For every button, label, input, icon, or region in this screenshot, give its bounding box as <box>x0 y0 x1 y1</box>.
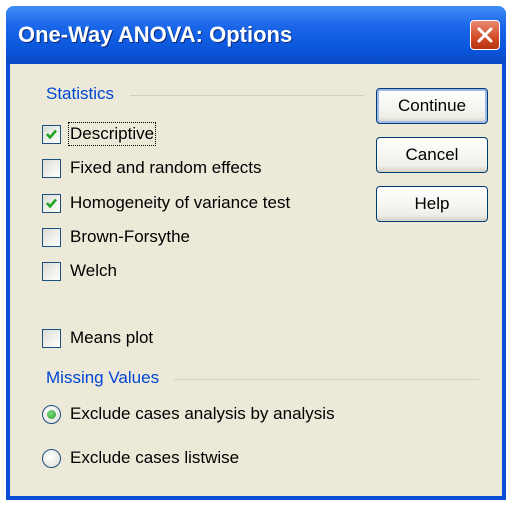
statistics-group-line <box>130 95 364 96</box>
descriptive-checkbox[interactable] <box>42 125 61 144</box>
welch-label[interactable]: Welch <box>70 261 117 281</box>
close-icon <box>477 27 493 43</box>
missing-values-group-line <box>174 379 479 380</box>
means-plot-label[interactable]: Means plot <box>70 328 153 348</box>
window-title: One-Way ANOVA: Options <box>18 22 293 47</box>
statistics-group-label: Statistics <box>46 84 115 103</box>
dialog-window: One-Way ANOVA: Options Statistics Descri… <box>6 6 506 500</box>
help-button[interactable]: Help <box>376 186 488 222</box>
descriptive-label[interactable]: Descriptive <box>67 122 157 146</box>
homogeneity-checkbox[interactable] <box>42 194 61 213</box>
exclude-listwise-radio[interactable] <box>42 449 61 468</box>
radio-selected-dot <box>47 410 56 419</box>
missing-values-group-label: Missing Values <box>46 368 160 387</box>
exclude-analysis-by-analysis-label[interactable]: Exclude cases analysis by analysis <box>70 404 335 424</box>
check-icon <box>46 198 57 209</box>
exclude-listwise-label[interactable]: Exclude cases listwise <box>70 448 239 468</box>
continue-button[interactable]: Continue <box>376 88 488 124</box>
welch-checkbox[interactable] <box>42 262 61 281</box>
dialog-body: Statistics Descriptive Fixed and random … <box>10 64 502 496</box>
brown-forsythe-checkbox[interactable] <box>42 228 61 247</box>
means-plot-checkbox[interactable] <box>42 329 61 348</box>
brown-forsythe-label[interactable]: Brown-Forsythe <box>70 227 190 247</box>
close-button[interactable] <box>470 20 500 50</box>
homogeneity-label[interactable]: Homogeneity of variance test <box>70 193 290 213</box>
fixed-random-effects-label[interactable]: Fixed and random effects <box>70 158 262 178</box>
title-bar[interactable]: One-Way ANOVA: Options <box>6 6 506 64</box>
exclude-analysis-by-analysis-radio[interactable] <box>42 405 61 424</box>
fixed-random-effects-checkbox[interactable] <box>42 159 61 178</box>
cancel-button[interactable]: Cancel <box>376 137 488 173</box>
check-icon <box>46 129 57 140</box>
